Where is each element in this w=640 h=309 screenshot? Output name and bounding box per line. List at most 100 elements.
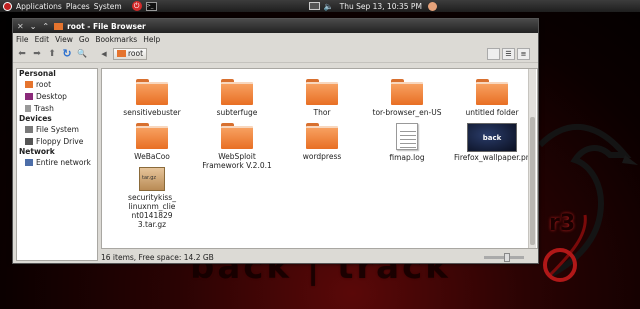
toolbar: ⬅ ➡ ⬆ ↻ 🔍 ◀ root ☰ ≡ (13, 45, 538, 63)
menu-go[interactable]: Go (76, 35, 92, 44)
zoom-slider[interactable] (484, 252, 524, 262)
user-icon[interactable] (427, 1, 437, 11)
sidebar-header-personal: Personal (19, 69, 56, 78)
back-button[interactable]: ⬅ (16, 48, 28, 60)
sidebar-item-trash[interactable]: Trash (17, 102, 97, 114)
close-window-icon[interactable]: ✕ (17, 22, 24, 31)
path-left-arrow-icon[interactable]: ◀ (98, 48, 110, 60)
file-item[interactable]: sensitivebuster (114, 79, 190, 117)
menu-applications[interactable]: Applications (16, 2, 62, 11)
file-name: sensitivebuster (123, 108, 181, 117)
file-name: WeBaCoo (134, 152, 170, 161)
distro-logo-icon[interactable] (3, 1, 12, 11)
sidebar-item-label: Entire network (36, 157, 91, 167)
file-name: fimap.log (389, 153, 425, 162)
search-icon[interactable]: 🔍 (76, 48, 88, 60)
scrollbar-thumb[interactable] (530, 117, 535, 245)
terminal-icon[interactable]: >_ (145, 1, 157, 11)
file-name: wordpress (302, 152, 342, 161)
folder-icon (476, 79, 508, 105)
status-text: 16 items, Free space: 14.2 GB (101, 252, 214, 262)
sidebar-item-label: Floppy Drive (36, 136, 84, 146)
sidebar-header-devices: Devices (19, 114, 52, 123)
sidebar-item-label: File System (36, 124, 79, 134)
file-name: securitykiss_linuxnm_client01418293.tar.… (128, 193, 176, 229)
mail-icon[interactable] (308, 2, 320, 10)
trash-icon (25, 104, 31, 112)
folder-icon (221, 79, 253, 105)
desktop: back | track r3 Applications Places Syst… (0, 0, 640, 309)
text-file-icon (396, 123, 418, 150)
location-label: root (128, 49, 144, 58)
file-item[interactable]: fimap.log (369, 123, 445, 162)
location-button[interactable]: root (113, 47, 148, 60)
menu-system[interactable]: System (94, 2, 122, 11)
file-name: untitled folder (465, 108, 519, 117)
menu-help[interactable]: Help (140, 35, 163, 44)
sidebar-item-desktop[interactable]: Desktop (17, 90, 97, 102)
status-bar: 16 items, Free space: 14.2 GB (101, 251, 538, 263)
network-icon (25, 158, 33, 166)
forward-button[interactable]: ➡ (31, 48, 43, 60)
up-button[interactable]: ⬆ (46, 48, 58, 60)
menu-bookmarks[interactable]: Bookmarks (92, 35, 140, 44)
file-item[interactable]: Thor (284, 79, 360, 117)
clock[interactable]: Thu Sep 13, 10:35 PM (340, 2, 422, 11)
power-icon[interactable]: ⏻ (131, 1, 142, 11)
file-name: Firefox_wallpaper.png (454, 153, 536, 162)
home-icon (25, 80, 33, 88)
file-browser-window: ✕ ⌄ ⌃ root - File Browser File Edit View… (12, 18, 539, 264)
window-title: root - File Browser (67, 21, 146, 31)
compact-view-button[interactable]: ≡ (517, 47, 530, 60)
sidebar-item-label: Desktop (36, 91, 67, 101)
menu-edit[interactable]: Edit (32, 35, 53, 44)
sidebar-item-label: Trash (34, 103, 54, 113)
file-item[interactable]: tar.gz securitykiss_linuxnm_client014182… (114, 167, 190, 229)
file-item[interactable]: wordpress (284, 123, 360, 161)
folder-icon (221, 123, 253, 149)
image-thumbnail: back (467, 123, 517, 152)
vertical-scrollbar[interactable] (528, 69, 536, 248)
file-name: subterfuge (216, 108, 258, 117)
file-view: sensitivebuster subterfuge Thor tor-brow… (101, 68, 538, 249)
zoom-slider-handle[interactable] (504, 252, 510, 262)
sidebar-item-entire-network[interactable]: Entire network (17, 156, 97, 168)
home-folder-icon (117, 50, 126, 57)
floppy-icon (25, 137, 33, 145)
dragon-logo-icon (537, 124, 638, 282)
sidebar-item-label: root (36, 79, 52, 89)
file-item[interactable]: WeBaCoo (114, 123, 190, 161)
maximize-icon[interactable]: ⌃ (42, 22, 49, 31)
sidebar-item-root[interactable]: root (17, 78, 97, 90)
folder-icon (136, 79, 168, 105)
reload-button[interactable]: ↻ (61, 47, 73, 60)
icon-view-button[interactable] (487, 47, 500, 60)
list-view-button[interactable]: ☰ (502, 47, 515, 60)
minimize-icon[interactable]: ⌄ (30, 22, 37, 31)
top-panel: Applications Places System ⏻ >_ 🔈 Thu Se… (0, 0, 640, 12)
menu-places[interactable]: Places (66, 2, 90, 11)
window-titlebar[interactable]: ✕ ⌄ ⌃ root - File Browser (13, 19, 538, 33)
archive-icon: tar.gz (139, 167, 165, 191)
file-item[interactable]: WebSploit Framework V.2.0.1 (199, 123, 275, 170)
sidebar-item-file-system[interactable]: File System (17, 123, 97, 135)
file-item[interactable]: tor-browser_en-US (369, 79, 445, 117)
menubar: File Edit View Go Bookmarks Help (13, 33, 538, 45)
sidebar-item-floppy-drive[interactable]: Floppy Drive (17, 135, 97, 147)
drive-icon (25, 125, 33, 133)
file-name: Thor (313, 108, 331, 117)
folder-icon (306, 123, 338, 149)
file-item[interactable]: back Firefox_wallpaper.png (454, 123, 536, 162)
thumbnail-text: back (482, 134, 502, 142)
file-name: WebSploit Framework V.2.0.1 (202, 152, 272, 170)
volume-icon[interactable]: 🔈 (324, 2, 334, 11)
folder-icon (391, 79, 423, 105)
file-name: tor-browser_en-US (372, 108, 442, 117)
file-item[interactable]: subterfuge (199, 79, 275, 117)
menu-view[interactable]: View (52, 35, 76, 44)
desktop-icon (25, 92, 33, 100)
sidebar: Personal root Desktop Trash Devices File… (16, 68, 98, 261)
file-item[interactable]: untitled folder (454, 79, 530, 117)
menu-file[interactable]: File (13, 35, 32, 44)
archive-badge: tar.gz (142, 175, 157, 181)
